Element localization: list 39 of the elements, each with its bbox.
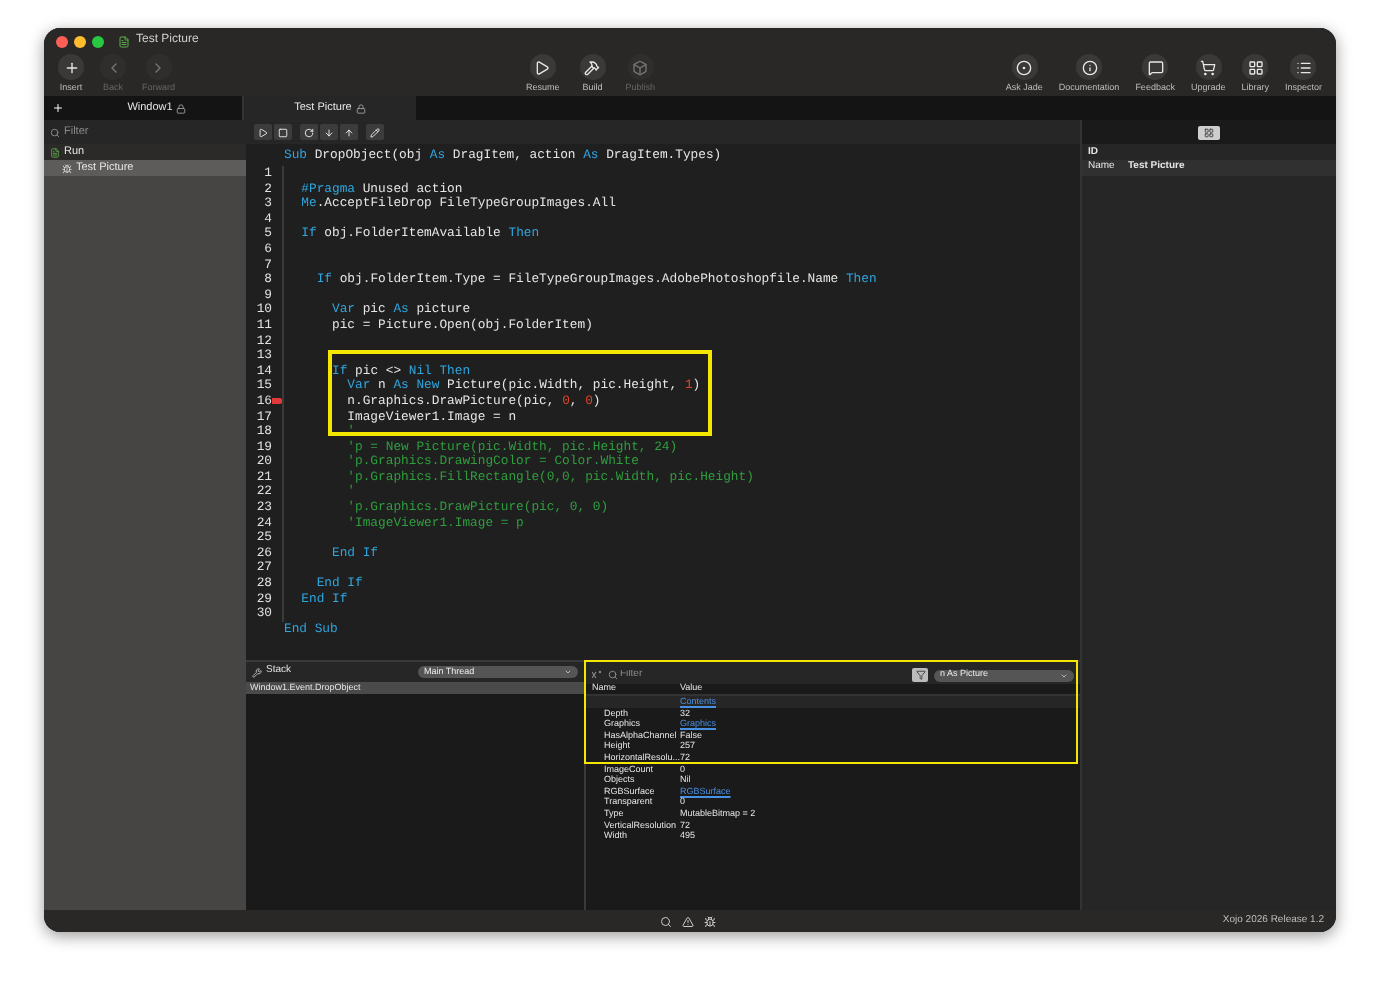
warning-icon[interactable]: [682, 915, 694, 927]
inspector-tab-button[interactable]: [1198, 125, 1220, 139]
play-icon: [534, 59, 551, 75]
lock-icon: [355, 103, 366, 113]
search-icon[interactable]: [660, 915, 672, 927]
play-icon: [258, 127, 268, 137]
plus-icon: [52, 102, 64, 114]
pencil-icon: [370, 127, 380, 137]
document-icon: [118, 35, 130, 47]
search-icon: [50, 127, 60, 137]
search-icon: [608, 670, 618, 680]
stop-button[interactable]: [274, 124, 292, 140]
chat-icon: [1147, 59, 1164, 75]
step-in-button[interactable]: [320, 124, 338, 140]
step-over-button[interactable]: [300, 124, 318, 140]
step-in-icon: [324, 127, 334, 137]
bug-icon[interactable]: [704, 915, 716, 927]
cart-icon: [1200, 59, 1217, 75]
step-out-button[interactable]: [340, 124, 358, 140]
hammer-icon: [584, 59, 601, 75]
lock-icon: [176, 103, 187, 113]
bug-icon: [62, 163, 72, 173]
step-icon: [304, 127, 314, 137]
breakpoint-marker[interactable]: [272, 398, 282, 405]
target-icon: [1016, 59, 1033, 75]
document-icon: [50, 147, 60, 157]
plus-icon: [63, 59, 79, 75]
box-icon: [632, 59, 649, 75]
info-icon: [1081, 59, 1098, 75]
step-out-icon: [344, 127, 354, 137]
grid-icon: [1204, 127, 1214, 137]
stop-icon: [278, 127, 288, 137]
edit-button[interactable]: [366, 124, 384, 140]
grid-icon: [1247, 59, 1264, 75]
run-button[interactable]: [254, 124, 272, 140]
filter-button[interactable]: [912, 668, 928, 682]
funnel-icon: [915, 670, 925, 680]
list-icon: [1295, 59, 1312, 75]
wrench-icon: [252, 667, 262, 677]
